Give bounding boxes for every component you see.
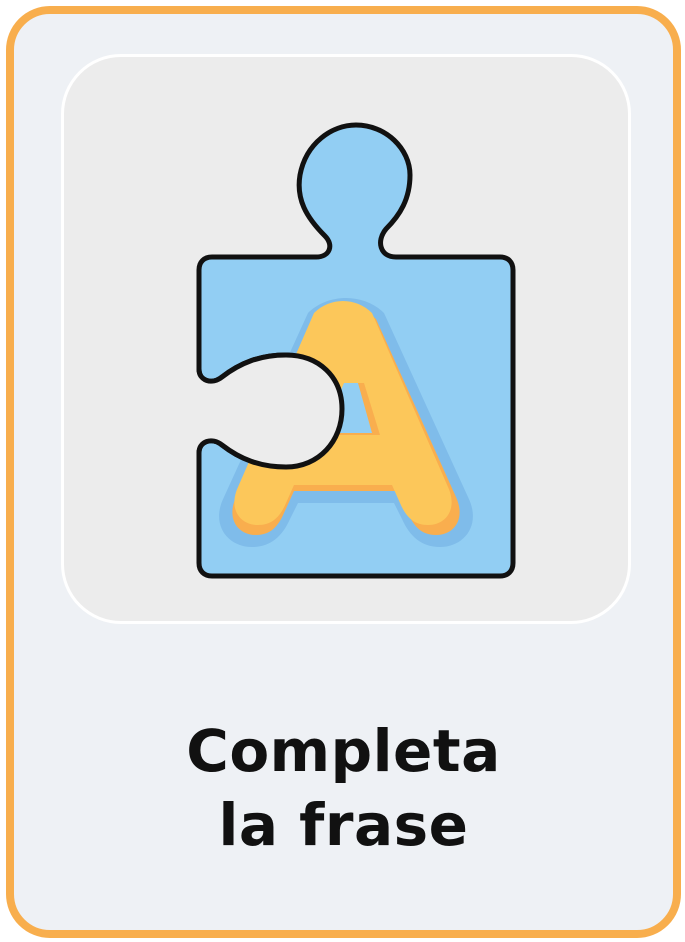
card-title-line-1: Completa bbox=[186, 717, 501, 785]
activity-card[interactable]: Completa la frase bbox=[6, 6, 681, 938]
card-title-line-2: la frase bbox=[218, 791, 469, 859]
card-title: Completa la frase bbox=[14, 714, 673, 862]
puzzle-piece-letter-a-icon bbox=[196, 122, 516, 579]
icon-tile bbox=[61, 54, 631, 624]
